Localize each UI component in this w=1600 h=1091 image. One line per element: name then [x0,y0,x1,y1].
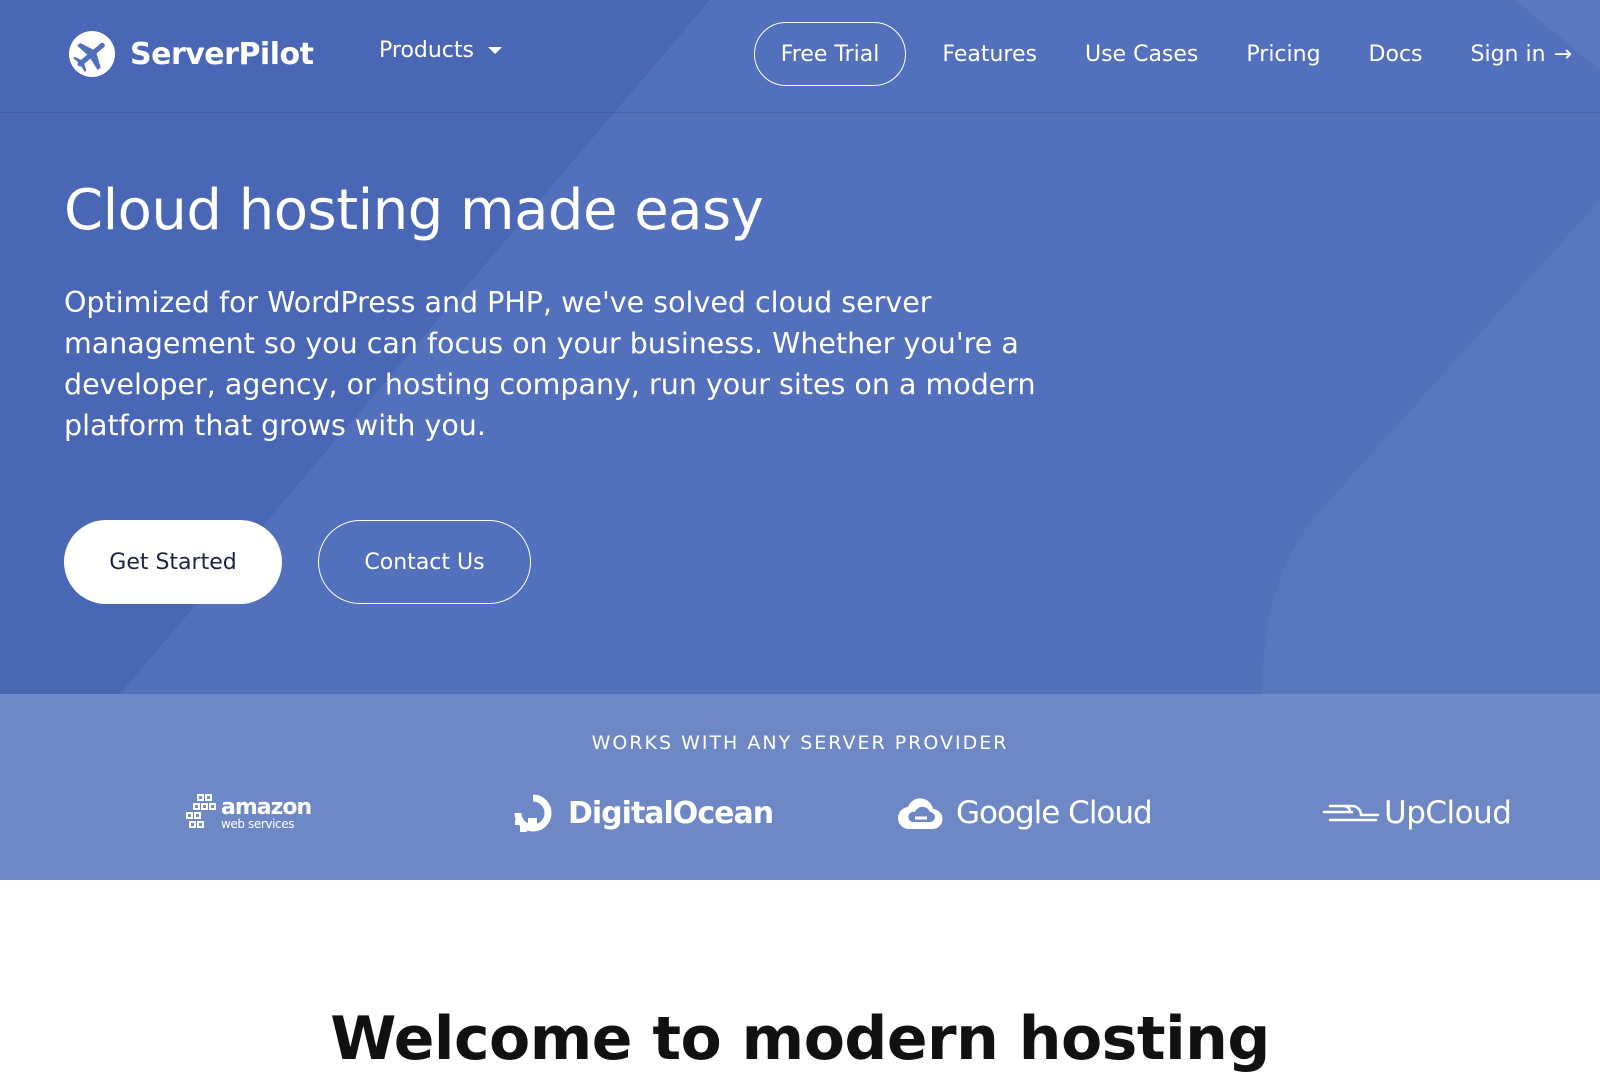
hero-subtitle: Optimized for WordPress and PHP, we've s… [64,286,1036,442]
get-started-button[interactable]: Get Started [64,520,282,604]
aws-sub-text: web services [221,816,295,831]
hero-title: Cloud hosting made easy [64,178,764,243]
welcome-heading: Welcome to modern hosting [330,1004,1270,1074]
aws-cubes-icon [186,794,216,828]
airplane-logo-icon [69,31,115,77]
digitalocean-wordmark: DigitalOcean [568,795,774,831]
aws-logo: amazon web services [185,790,312,836]
brand-logo[interactable]: ServerPilot [68,30,314,78]
caret-down-icon [488,47,502,54]
providers-strip: WORKS WITH ANY SERVER PROVIDER amazon we… [0,694,1600,880]
upcloud-logo: UpCloud [1322,790,1512,836]
google-cloud-logo: Google Cloud [896,790,1153,836]
nav-link-docs[interactable]: Docs [1369,42,1423,67]
google-cloud-wordmark: Google Cloud [956,795,1153,831]
aws-main-text: amazon [221,794,312,820]
digitalocean-icon [514,794,552,832]
aws-wordmark: amazon web services [221,794,312,831]
products-menu-label: Products [379,38,474,63]
nav-link-features[interactable]: Features [942,42,1037,67]
products-menu[interactable]: Products [379,38,502,63]
nav-link-pricing[interactable]: Pricing [1246,42,1320,67]
digitalocean-logo: DigitalOcean [512,790,774,836]
arrow-right-icon: → [1553,41,1572,67]
nav-link-use-cases[interactable]: Use Cases [1085,42,1198,67]
top-nav: ServerPilot Products Free Trial Features… [0,0,1600,113]
sign-in-label: Sign in [1470,41,1546,67]
upcloud-icon [1322,804,1380,822]
hero-section: ServerPilot Products Free Trial Features… [0,0,1600,694]
upcloud-wordmark: UpCloud [1384,795,1512,831]
sign-in-link[interactable]: Sign in → [1471,42,1572,67]
contact-us-button[interactable]: Contact Us [318,520,531,604]
nav-right: Free Trial Features Use Cases Pricing Do… [753,22,1600,86]
free-trial-button[interactable]: Free Trial [753,22,907,86]
google-cloud-icon [897,798,943,830]
brand-name: ServerPilot [130,36,314,72]
providers-heading: WORKS WITH ANY SERVER PROVIDER [591,732,1009,754]
